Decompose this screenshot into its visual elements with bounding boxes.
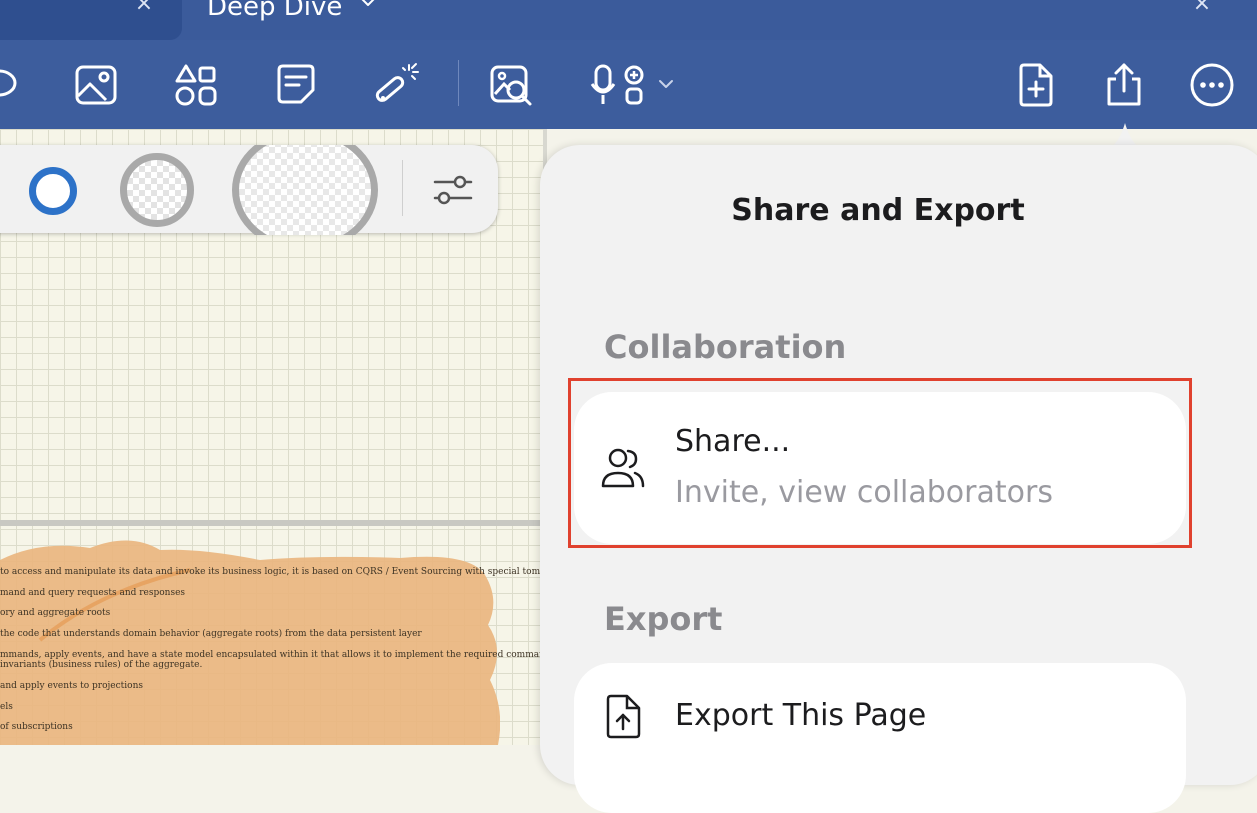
microphone-add-icon[interactable] [590,62,650,108]
image-search-icon[interactable] [489,62,535,108]
sliders-icon[interactable] [430,167,476,213]
color-swatch-selected[interactable] [29,167,77,215]
tab-close-icon[interactable]: × [134,0,154,15]
section-export-heading: Export [604,600,723,638]
tab-bar: × Deep Dive × [0,0,1257,40]
image-icon[interactable] [73,62,119,108]
note-text-line: mand and query requests and responses [0,588,186,598]
toolbar-divider [458,60,459,106]
note-text-line: invariants (business rules) of the aggre… [0,660,203,670]
note-text-line: ory and aggregate roots [0,608,111,618]
share-subtitle: Invite, view collaborators [675,475,1053,510]
note-text-line: and apply events to projections [0,681,143,691]
pen-size-large[interactable] [232,145,378,235]
share-icon[interactable] [1101,62,1147,108]
note-text-line: to access and manipulate its data and in… [0,567,614,577]
more-icon[interactable] [1189,62,1235,108]
chevron-down-icon[interactable] [358,0,378,12]
export-file-icon [606,694,641,739]
export-page-row[interactable] [574,663,1186,813]
shapes-icon[interactable] [173,62,219,108]
highlight-box [568,378,1192,548]
pen-size-medium[interactable] [120,153,194,227]
note-text-line: els [0,702,13,712]
tab-close-icon[interactable]: × [1192,0,1212,15]
share-title: Share... [675,424,791,459]
laser-pointer-icon[interactable] [373,62,419,108]
chevron-down-icon[interactable] [656,74,676,94]
section-collaboration-heading: Collaboration [604,328,847,366]
export-page-title: Export This Page [675,698,927,733]
note-text-line: of subscriptions [0,722,73,732]
pen-bar-divider [402,160,403,216]
new-page-icon[interactable] [1013,62,1059,108]
note-text-line: mmands, apply events, and have a state m… [0,650,625,660]
tab-active-title[interactable]: Deep Dive [207,0,342,24]
page-separator [0,520,540,526]
popover-title: Share and Export [731,193,1025,228]
sticky-note-icon[interactable] [273,62,319,108]
people-icon [601,448,645,488]
note-text-line: the code that understands domain behavio… [0,629,422,639]
lasso-icon[interactable] [0,62,22,108]
tab-previous[interactable]: × [0,0,182,40]
